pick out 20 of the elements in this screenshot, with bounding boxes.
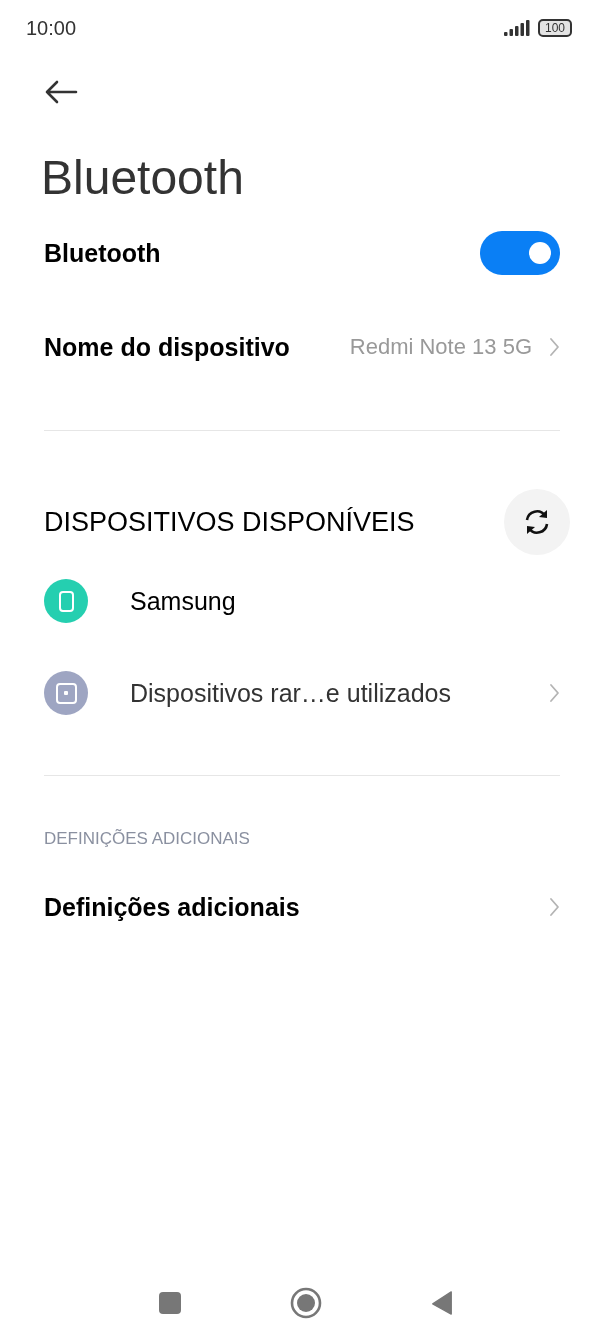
- back-button[interactable]: [430, 1291, 454, 1315]
- chevron-right-icon: [548, 897, 560, 917]
- page-title: Bluetooth: [41, 150, 245, 206]
- battery-level: 100: [537, 19, 572, 37]
- bluetooth-toggle[interactable]: [480, 231, 560, 275]
- section-heading: DEFINIÇÕES ADICIONAIS: [44, 829, 251, 849]
- home-button[interactable]: [290, 1287, 322, 1319]
- section-heading: DISPOSITIVOS DISPONÍVEIS: [44, 506, 415, 538]
- setting-value: Redmi Note 13 5G: [349, 334, 532, 360]
- back-arrow-icon[interactable]: [44, 80, 78, 104]
- chevron-right-icon: [548, 683, 560, 703]
- setting-label: Nome do dispositivo: [44, 332, 290, 362]
- device-item[interactable]: Dispositivos rar…e utilizados: [0, 647, 604, 739]
- recents-button[interactable]: [158, 1291, 182, 1315]
- clock-time: 10:00: [26, 16, 77, 40]
- signal-icon: [503, 20, 530, 36]
- chevron-right-icon: [548, 337, 560, 357]
- device-item[interactable]: Samsung: [0, 555, 604, 647]
- setting-label: Bluetooth: [44, 238, 161, 268]
- settings-item[interactable]: Definições adicionais: [0, 857, 604, 957]
